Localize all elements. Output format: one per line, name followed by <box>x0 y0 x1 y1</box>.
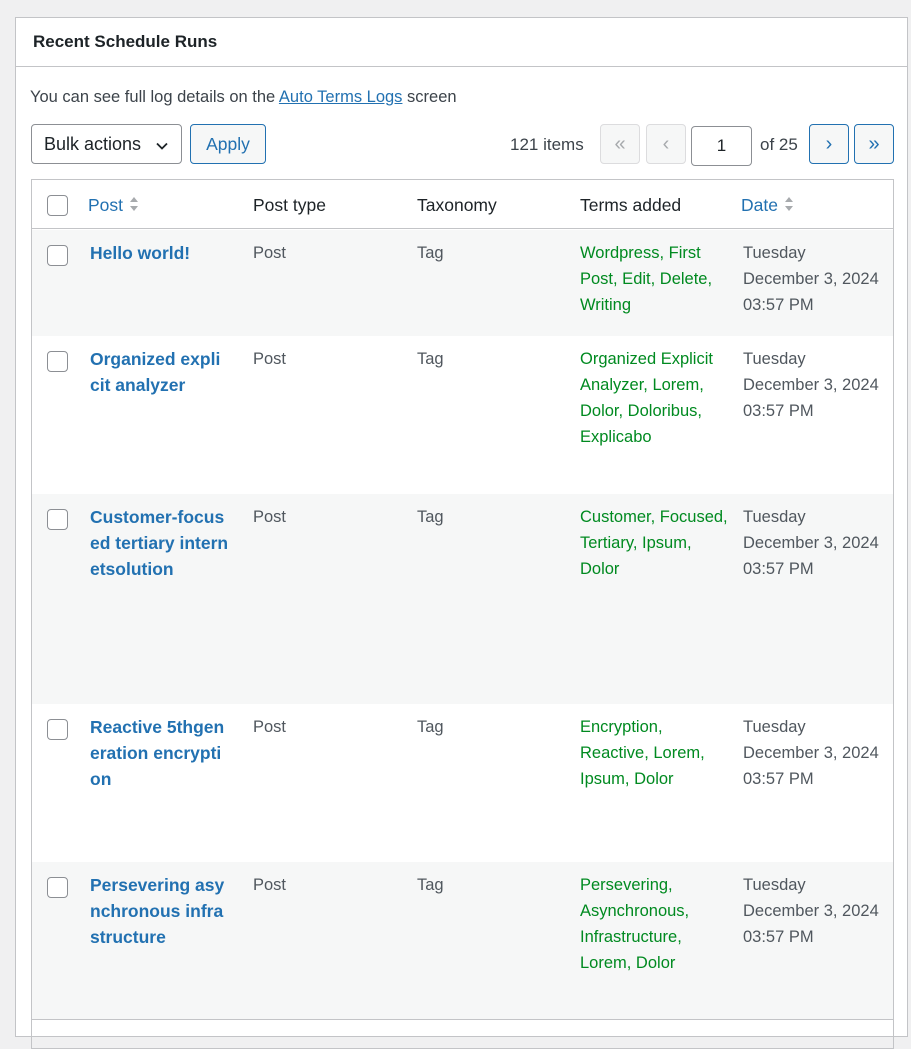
post-title-link[interactable]: Reactive 5thgeneration encryption <box>90 714 230 792</box>
column-terms-added: Terms added <box>580 195 682 215</box>
previous-page-button[interactable]: ‹ <box>646 124 686 164</box>
column-post-label: Post <box>88 195 124 215</box>
bulk-actions-label: Bulk actions <box>44 133 142 154</box>
post-title-link[interactable]: Persevering asynchronous infrastructure <box>90 872 230 950</box>
sort-icon <box>784 196 794 217</box>
intro-prefix: You can see full log details on the <box>30 88 279 106</box>
taxonomy-cell: Tag <box>417 718 444 736</box>
select-all-checkbox[interactable] <box>47 195 68 216</box>
terms-added-cell: Wordpress, First Post, Edit, Delete, Wri… <box>580 244 713 314</box>
terms-added-cell: Customer, Focused, Tertiary, Ipsum, Dolo… <box>580 508 728 578</box>
column-taxonomy: Taxonomy <box>417 195 497 215</box>
date-cell: Tuesday December 3, 2024 03:57 PM <box>743 718 879 788</box>
terms-added-cell: Organized Explicit Analyzer, Lorem, Dolo… <box>580 350 713 446</box>
table-header: Post Post type Taxonomy Terms added Date <box>32 180 893 229</box>
sort-icon <box>129 196 139 217</box>
panel-title: Recent Schedule Runs <box>33 32 218 51</box>
taxonomy-cell: Tag <box>417 508 444 526</box>
total-pages: of 25 <box>760 135 798 154</box>
column-date[interactable]: Date <box>741 195 794 217</box>
post-type-cell: Post <box>253 350 287 368</box>
panel-header: Recent Schedule Runs <box>16 18 907 67</box>
table-row: Customer-focused tertiary internetsoluti… <box>32 494 893 704</box>
row-checkbox[interactable] <box>47 245 68 266</box>
apply-button[interactable]: Apply <box>190 124 266 164</box>
current-page-input[interactable] <box>691 126 752 166</box>
first-page-button[interactable]: « <box>600 124 640 164</box>
post-title-link[interactable]: Hello world! <box>90 240 230 266</box>
bulk-actions-select[interactable]: Bulk actions <box>31 124 182 164</box>
table-row: Reactive 5thgeneration encryption Post T… <box>32 704 893 862</box>
table-row: Hello world! Post Tag Wordpress, First P… <box>32 230 893 336</box>
taxonomy-cell: Tag <box>417 876 444 894</box>
date-cell: Tuesday December 3, 2024 03:57 PM <box>743 876 879 946</box>
terms-added-cell: Encryption, Reactive, Lorem, Ipsum, Dolo… <box>580 718 705 788</box>
post-type-cell: Post <box>253 244 287 262</box>
row-checkbox[interactable] <box>47 509 68 530</box>
row-checkbox[interactable] <box>47 351 68 372</box>
post-title-link[interactable]: Organized explicit analyzer <box>90 346 230 398</box>
recent-schedule-runs-panel: Recent Schedule Runs You can see full lo… <box>15 17 908 1049</box>
chevron-down-icon <box>155 137 169 158</box>
column-post-type: Post type <box>253 195 326 215</box>
row-checkbox[interactable] <box>47 719 68 740</box>
post-type-cell: Post <box>253 876 287 894</box>
next-page-button[interactable]: › <box>809 124 849 164</box>
date-cell: Tuesday December 3, 2024 03:57 PM <box>743 508 879 578</box>
items-count: 121 items <box>510 135 584 154</box>
column-post[interactable]: Post <box>88 195 139 217</box>
auto-terms-logs-link[interactable]: Auto Terms Logs <box>279 88 403 106</box>
taxonomy-cell: Tag <box>417 244 444 262</box>
terms-added-cell: Persevering, Asynchronous, Infrastructur… <box>580 876 690 972</box>
taxonomy-cell: Tag <box>417 350 444 368</box>
column-date-label: Date <box>741 195 778 215</box>
intro-text: You can see full log details on the Auto… <box>30 88 457 107</box>
table-row: Organized explicit analyzer Post Tag Org… <box>32 336 893 494</box>
post-title-link[interactable]: Customer-focused tertiary internetsoluti… <box>90 504 230 582</box>
schedule-runs-table: Post Post type Taxonomy Terms added Date… <box>31 179 894 1049</box>
post-type-cell: Post <box>253 508 287 526</box>
intro-suffix: screen <box>402 88 457 106</box>
date-cell: Tuesday December 3, 2024 03:57 PM <box>743 350 879 420</box>
last-page-button[interactable]: » <box>854 124 894 164</box>
post-type-cell: Post <box>253 718 287 736</box>
table-row: Persevering asynchronous infrastructure … <box>32 862 893 1020</box>
row-checkbox[interactable] <box>47 877 68 898</box>
date-cell: Tuesday December 3, 2024 03:57 PM <box>743 244 879 314</box>
